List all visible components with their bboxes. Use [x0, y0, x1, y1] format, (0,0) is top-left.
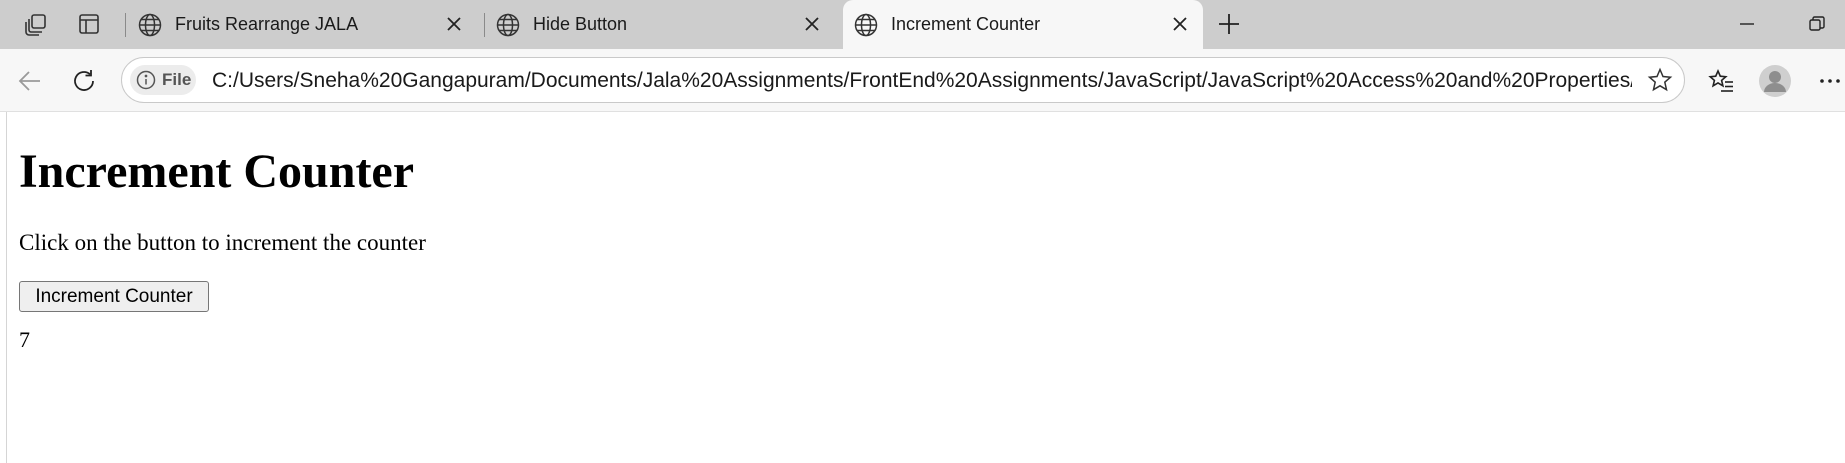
favorites-list-icon	[1708, 69, 1733, 92]
info-icon	[136, 70, 156, 90]
minimize-button[interactable]	[1727, 8, 1767, 40]
star-icon	[1647, 67, 1673, 92]
tab-separator	[125, 13, 126, 37]
vertical-tabs-button[interactable]	[71, 8, 107, 40]
restore-icon	[1809, 16, 1825, 31]
close-icon	[447, 17, 461, 31]
tab-increment-counter[interactable]: Increment Counter	[843, 0, 1203, 49]
tab-actions-icon	[79, 14, 99, 34]
site-info-button[interactable]: File	[130, 65, 196, 95]
browser-toolbar: File C:/Users/Sneha%20Gangapuram/Documen…	[0, 49, 1845, 112]
minimize-icon	[1740, 23, 1754, 25]
restore-button[interactable]	[1797, 8, 1837, 40]
refresh-button[interactable]	[66, 63, 102, 99]
tab-title: Fruits Rearrange JALA	[175, 14, 359, 34]
tab-hide-button[interactable]: Hide Button	[485, 0, 835, 49]
globe-icon	[496, 13, 520, 37]
site-scheme-label: File	[162, 70, 192, 89]
back-arrow-icon	[18, 71, 40, 91]
tab-strip: Fruits Rearrange JALA Hide Button Increm…	[0, 0, 1845, 49]
profile-button[interactable]	[1757, 63, 1793, 99]
globe-icon	[138, 13, 162, 37]
increment-counter-button[interactable]: Increment Counter	[19, 281, 209, 312]
avatar-icon	[1759, 65, 1791, 97]
refresh-icon	[74, 70, 94, 91]
settings-more-button[interactable]	[1812, 63, 1845, 99]
favorite-button[interactable]	[1646, 66, 1674, 94]
tab-title: Hide Button	[533, 14, 628, 34]
close-icon	[1173, 17, 1187, 31]
more-horizontal-icon	[1820, 79, 1840, 83]
tab-fruits-rearrange[interactable]: Fruits Rearrange JALA	[127, 0, 477, 49]
new-tab-button[interactable]	[1211, 8, 1247, 40]
workspaces-button[interactable]	[18, 8, 54, 40]
page-title: Increment Counter	[19, 145, 415, 198]
close-tab-button[interactable]	[801, 13, 823, 35]
page-viewport: Increment Counter Click on the button to…	[6, 112, 1845, 463]
address-bar[interactable]: File C:/Users/Sneha%20Gangapuram/Documen…	[121, 57, 1685, 103]
globe-icon	[854, 13, 878, 37]
plus-icon	[1219, 14, 1239, 34]
workspaces-icon	[25, 14, 46, 36]
close-tab-button[interactable]	[443, 13, 465, 35]
close-icon	[805, 17, 819, 31]
close-tab-button[interactable]	[1169, 13, 1191, 35]
url-text[interactable]: C:/Users/Sneha%20Gangapuram/Documents/Ja…	[212, 69, 1632, 93]
tab-title: Increment Counter	[891, 14, 1041, 34]
counter-value: 7	[19, 327, 30, 352]
favorites-button[interactable]	[1704, 63, 1740, 99]
instruction-text: Click on the button to increment the cou…	[19, 230, 426, 255]
back-button[interactable]	[12, 63, 48, 99]
